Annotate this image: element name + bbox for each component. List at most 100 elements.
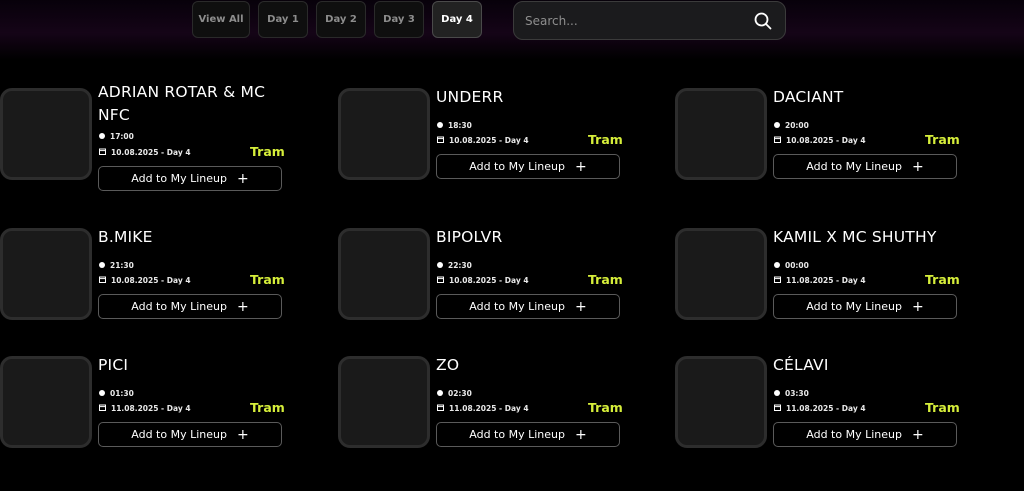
plus-icon: + bbox=[574, 426, 587, 443]
set-time: 02:30 bbox=[437, 389, 472, 398]
artist-card: DACIANT 20:00 10.08.2025 - Day 4 Tram Ad… bbox=[675, 88, 975, 188]
set-date: 10.08.2025 - Day 4 bbox=[99, 148, 191, 157]
set-date: 11.08.2025 - Day 4 bbox=[774, 276, 866, 285]
filter-view-all[interactable]: View All bbox=[192, 1, 250, 38]
set-date: 10.08.2025 - Day 4 bbox=[437, 276, 529, 285]
set-date: 11.08.2025 - Day 4 bbox=[99, 404, 191, 413]
time-text: 17:00 bbox=[110, 132, 134, 141]
clock-icon bbox=[774, 261, 785, 270]
calendar-icon bbox=[99, 404, 111, 413]
add-to-lineup-button[interactable]: Add to My Lineup + bbox=[773, 154, 957, 179]
clock-icon bbox=[437, 389, 448, 398]
artist-card: UNDERR 18:30 10.08.2025 - Day 4 Tram Add… bbox=[338, 88, 638, 188]
add-to-lineup-label: Add to My Lineup bbox=[469, 160, 565, 173]
filter-day-3[interactable]: Day 3 bbox=[374, 1, 424, 38]
add-to-lineup-button[interactable]: Add to My Lineup + bbox=[436, 294, 620, 319]
artist-card: PICI 01:30 11.08.2025 - Day 4 Tram Add t… bbox=[0, 356, 300, 456]
time-text: 02:30 bbox=[448, 389, 472, 398]
stage-label: Tram bbox=[250, 400, 285, 415]
artist-photo[interactable] bbox=[675, 228, 767, 320]
add-to-lineup-label: Add to My Lineup bbox=[806, 160, 902, 173]
artist-name[interactable]: ZO bbox=[436, 354, 626, 377]
artist-photo[interactable] bbox=[0, 88, 92, 180]
plus-icon: + bbox=[236, 170, 249, 187]
calendar-icon bbox=[774, 136, 786, 145]
date-text: 10.08.2025 - Day 4 bbox=[786, 136, 866, 145]
artist-photo[interactable] bbox=[338, 228, 430, 320]
add-to-lineup-button[interactable]: Add to My Lineup + bbox=[98, 166, 282, 191]
calendar-icon bbox=[99, 276, 111, 285]
add-to-lineup-button[interactable]: Add to My Lineup + bbox=[436, 422, 620, 447]
artist-card: ZO 02:30 11.08.2025 - Day 4 Tram Add to … bbox=[338, 356, 638, 456]
artist-name[interactable]: KAMIL X MC SHUTHY bbox=[773, 226, 963, 249]
artist-name[interactable]: ADRIAN ROTAR & MC NFC bbox=[98, 81, 288, 127]
artist-name[interactable]: UNDERR bbox=[436, 86, 626, 109]
time-text: 03:30 bbox=[785, 389, 809, 398]
search-icon[interactable] bbox=[754, 12, 772, 30]
artist-photo[interactable] bbox=[338, 88, 430, 180]
calendar-icon bbox=[99, 148, 111, 157]
calendar-icon bbox=[437, 136, 449, 145]
plus-icon: + bbox=[911, 298, 924, 315]
artist-card: BIPOLVR 22:30 10.08.2025 - Day 4 Tram Ad… bbox=[338, 228, 638, 328]
stage-label: Tram bbox=[250, 144, 285, 159]
filter-day-4[interactable]: Day 4 bbox=[432, 1, 482, 38]
add-to-lineup-button[interactable]: Add to My Lineup + bbox=[436, 154, 620, 179]
time-text: 22:30 bbox=[448, 261, 472, 270]
date-text: 11.08.2025 - Day 4 bbox=[111, 404, 191, 413]
plus-icon: + bbox=[236, 298, 249, 315]
clock-icon bbox=[774, 389, 785, 398]
add-to-lineup-button[interactable]: Add to My Lineup + bbox=[773, 422, 957, 447]
set-date: 11.08.2025 - Day 4 bbox=[437, 404, 529, 413]
calendar-icon bbox=[774, 404, 786, 413]
clock-icon bbox=[437, 261, 448, 270]
set-time: 22:30 bbox=[437, 261, 472, 270]
date-text: 10.08.2025 - Day 4 bbox=[111, 276, 191, 285]
artist-photo[interactable] bbox=[338, 356, 430, 448]
plus-icon: + bbox=[574, 158, 587, 175]
artist-name[interactable]: CÉLAVI bbox=[773, 354, 963, 377]
plus-icon: + bbox=[911, 158, 924, 175]
artist-photo[interactable] bbox=[0, 356, 92, 448]
add-to-lineup-button[interactable]: Add to My Lineup + bbox=[773, 294, 957, 319]
set-time: 03:30 bbox=[774, 389, 809, 398]
date-text: 11.08.2025 - Day 4 bbox=[786, 276, 866, 285]
set-time: 00:00 bbox=[774, 261, 809, 270]
clock-icon bbox=[99, 389, 110, 398]
day-filter-bar: View All Day 1 Day 2 Day 3 Day 4 bbox=[192, 1, 490, 38]
stage-label: Tram bbox=[588, 272, 623, 287]
add-to-lineup-label: Add to My Lineup bbox=[131, 300, 227, 313]
artist-name[interactable]: DACIANT bbox=[773, 86, 963, 109]
time-text: 00:00 bbox=[785, 261, 809, 270]
plus-icon: + bbox=[911, 426, 924, 443]
artist-photo[interactable] bbox=[0, 228, 92, 320]
filter-day-1[interactable]: Day 1 bbox=[258, 1, 308, 38]
set-time: 18:30 bbox=[437, 121, 472, 130]
add-to-lineup-label: Add to My Lineup bbox=[806, 428, 902, 441]
plus-icon: + bbox=[236, 426, 249, 443]
stage-label: Tram bbox=[925, 272, 960, 287]
artist-card: B.MIKE 21:30 10.08.2025 - Day 4 Tram Add… bbox=[0, 228, 300, 328]
clock-icon bbox=[437, 121, 448, 130]
add-to-lineup-label: Add to My Lineup bbox=[131, 172, 227, 185]
clock-icon bbox=[99, 261, 110, 270]
time-text: 18:30 bbox=[448, 121, 472, 130]
artist-card: ADRIAN ROTAR & MC NFC 17:00 10.08.2025 -… bbox=[0, 83, 300, 191]
add-to-lineup-label: Add to My Lineup bbox=[469, 300, 565, 313]
set-date: 10.08.2025 - Day 4 bbox=[99, 276, 191, 285]
artist-name[interactable]: BIPOLVR bbox=[436, 226, 626, 249]
artist-name[interactable]: B.MIKE bbox=[98, 226, 288, 249]
artist-photo[interactable] bbox=[675, 356, 767, 448]
filter-day-2[interactable]: Day 2 bbox=[316, 1, 366, 38]
artist-card: CÉLAVI 03:30 11.08.2025 - Day 4 Tram Add… bbox=[675, 356, 975, 456]
header-background bbox=[0, 0, 1024, 60]
set-time: 17:00 bbox=[99, 132, 134, 141]
plus-icon: + bbox=[574, 298, 587, 315]
add-to-lineup-button[interactable]: Add to My Lineup + bbox=[98, 294, 282, 319]
artist-name[interactable]: PICI bbox=[98, 354, 288, 377]
add-to-lineup-label: Add to My Lineup bbox=[469, 428, 565, 441]
search-input[interactable]: Search... bbox=[513, 1, 786, 40]
add-to-lineup-button[interactable]: Add to My Lineup + bbox=[98, 422, 282, 447]
stage-label: Tram bbox=[925, 400, 960, 415]
artist-photo[interactable] bbox=[675, 88, 767, 180]
